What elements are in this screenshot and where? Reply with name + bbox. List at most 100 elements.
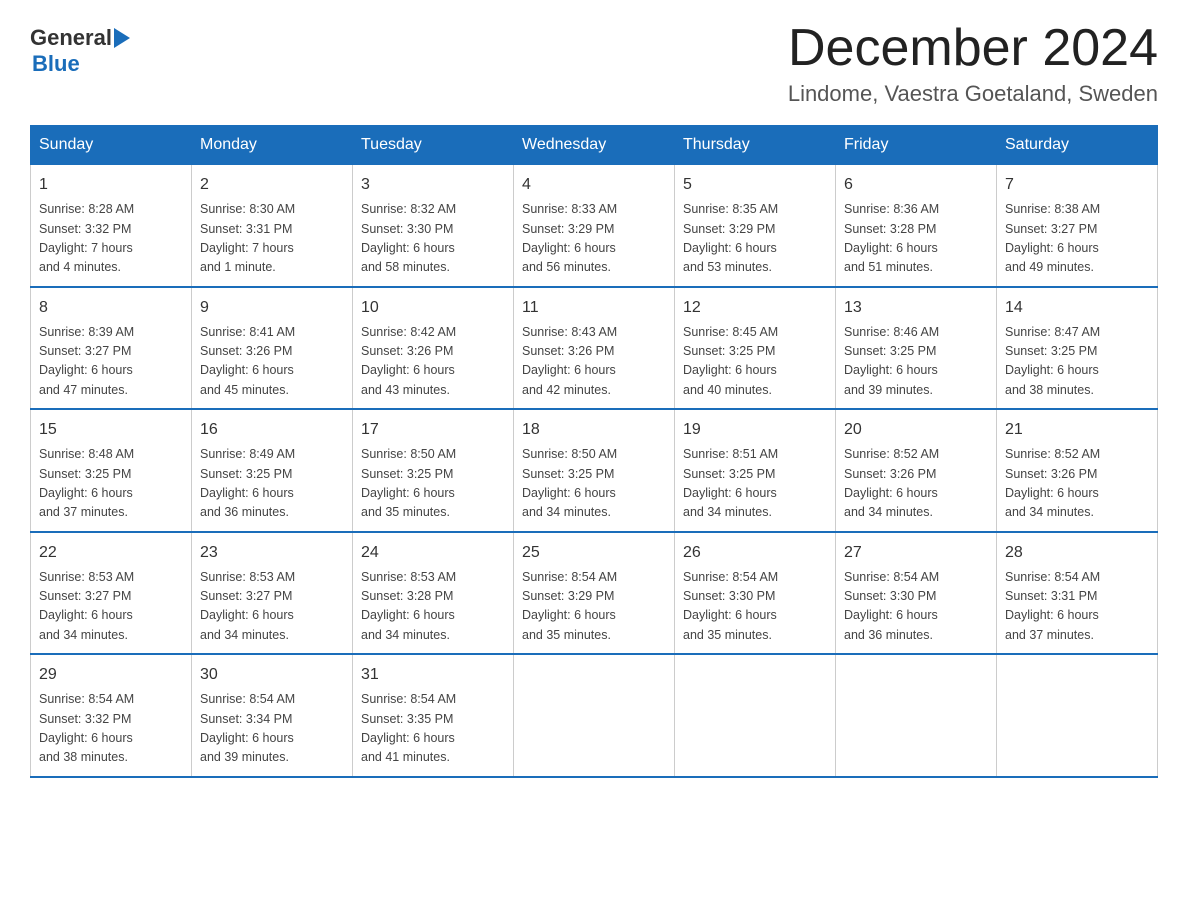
calendar-header: SundayMondayTuesdayWednesdayThursdayFrid… [31,126,1158,165]
calendar-cell: 1Sunrise: 8:28 AM Sunset: 3:32 PM Daylig… [31,165,192,287]
calendar-cell: 28 Sunrise: 8:54 AM Sunset: 3:31 PM Dayli… [997,532,1158,655]
calendar-week-3: 15 Sunrise: 8:48 AM Sunset: 3:25 PM Dayli… [31,409,1158,532]
calendar-body: 1Sunrise: 8:28 AM Sunset: 3:32 PM Daylig… [31,165,1158,777]
day-number: 11 [522,296,666,320]
header-wednesday: Wednesday [514,126,675,165]
day-number: 22 [39,541,183,565]
header-monday: Monday [192,126,353,165]
calendar-cell: 26 Sunrise: 8:54 AM Sunset: 3:30 PM Dayli… [675,532,836,655]
calendar-cell: 12 Sunrise: 8:45 AM Sunset: 3:25 PM Dayli… [675,287,836,410]
day-number: 28 [1005,541,1149,565]
day-number: 23 [200,541,344,565]
day-info: Sunrise: 8:54 AM Sunset: 3:29 PM Dayligh… [522,568,666,646]
day-number: 27 [844,541,988,565]
header-thursday: Thursday [675,126,836,165]
page-header: General Blue December 2024 Lindome, Vaes… [30,20,1158,107]
day-info: Sunrise: 8:54 AM Sunset: 3:35 PM Dayligh… [361,690,505,768]
calendar-cell [675,654,836,777]
day-number: 8 [39,296,183,320]
day-info: Sunrise: 8:48 AM Sunset: 3:25 PM Dayligh… [39,445,183,523]
day-info: Sunrise: 8:30 AM Sunset: 3:31 PM Dayligh… [200,200,344,278]
day-info: Sunrise: 8:54 AM Sunset: 3:30 PM Dayligh… [683,568,827,646]
day-info: Sunrise: 8:54 AM Sunset: 3:31 PM Dayligh… [1005,568,1149,646]
calendar-week-4: 22 Sunrise: 8:53 AM Sunset: 3:27 PM Dayli… [31,532,1158,655]
calendar-cell: 6Sunrise: 8:36 AM Sunset: 3:28 PM Daylig… [836,165,997,287]
calendar-cell: 17 Sunrise: 8:50 AM Sunset: 3:25 PM Dayli… [353,409,514,532]
day-info: Sunrise: 8:46 AM Sunset: 3:25 PM Dayligh… [844,323,988,401]
day-info: Sunrise: 8:42 AM Sunset: 3:26 PM Dayligh… [361,323,505,401]
day-info: Sunrise: 8:54 AM Sunset: 3:34 PM Dayligh… [200,690,344,768]
calendar-cell: 21Sunrise: 8:52 AM Sunset: 3:26 PM Dayli… [997,409,1158,532]
day-info: Sunrise: 8:53 AM Sunset: 3:27 PM Dayligh… [39,568,183,646]
calendar-cell: 19Sunrise: 8:51 AM Sunset: 3:25 PM Dayli… [675,409,836,532]
calendar-cell: 22 Sunrise: 8:53 AM Sunset: 3:27 PM Dayli… [31,532,192,655]
day-info: Sunrise: 8:50 AM Sunset: 3:25 PM Dayligh… [361,445,505,523]
calendar-cell: 13 Sunrise: 8:46 AM Sunset: 3:25 PM Dayli… [836,287,997,410]
day-number: 29 [39,663,183,687]
header-tuesday: Tuesday [353,126,514,165]
day-number: 26 [683,541,827,565]
day-info: Sunrise: 8:38 AM Sunset: 3:27 PM Dayligh… [1005,200,1149,278]
day-number: 4 [522,173,666,197]
day-info: Sunrise: 8:54 AM Sunset: 3:30 PM Dayligh… [844,568,988,646]
day-info: Sunrise: 8:36 AM Sunset: 3:28 PM Dayligh… [844,200,988,278]
calendar-week-2: 8Sunrise: 8:39 AM Sunset: 3:27 PM Daylig… [31,287,1158,410]
logo-text: General [30,25,131,51]
logo-general-text: General [30,25,112,51]
calendar-week-5: 29 Sunrise: 8:54 AM Sunset: 3:32 PM Dayli… [31,654,1158,777]
logo-arrow-icon [114,28,130,48]
month-title: December 2024 [788,20,1158,77]
calendar-cell [836,654,997,777]
logo: General Blue [30,20,131,77]
day-number: 15 [39,418,183,442]
day-info: Sunrise: 8:41 AM Sunset: 3:26 PM Dayligh… [200,323,344,401]
day-number: 30 [200,663,344,687]
day-info: Sunrise: 8:53 AM Sunset: 3:27 PM Dayligh… [200,568,344,646]
header-sunday: Sunday [31,126,192,165]
calendar-cell: 24 Sunrise: 8:53 AM Sunset: 3:28 PM Dayli… [353,532,514,655]
day-number: 18 [522,418,666,442]
header-saturday: Saturday [997,126,1158,165]
day-number: 16 [200,418,344,442]
day-number: 10 [361,296,505,320]
day-info: Sunrise: 8:50 AM Sunset: 3:25 PM Dayligh… [522,445,666,523]
day-number: 1 [39,173,183,197]
calendar-cell: 9Sunrise: 8:41 AM Sunset: 3:26 PM Daylig… [192,287,353,410]
day-number: 3 [361,173,505,197]
calendar-cell: 5Sunrise: 8:35 AM Sunset: 3:29 PM Daylig… [675,165,836,287]
day-number: 12 [683,296,827,320]
calendar-cell: 15 Sunrise: 8:48 AM Sunset: 3:25 PM Dayli… [31,409,192,532]
day-info: Sunrise: 8:54 AM Sunset: 3:32 PM Dayligh… [39,690,183,768]
calendar-week-1: 1Sunrise: 8:28 AM Sunset: 3:32 PM Daylig… [31,165,1158,287]
day-number: 24 [361,541,505,565]
day-number: 14 [1005,296,1149,320]
calendar-cell: 10 Sunrise: 8:42 AM Sunset: 3:26 PM Dayli… [353,287,514,410]
day-number: 2 [200,173,344,197]
calendar-cell: 29 Sunrise: 8:54 AM Sunset: 3:32 PM Dayli… [31,654,192,777]
day-number: 20 [844,418,988,442]
calendar-cell: 23 Sunrise: 8:53 AM Sunset: 3:27 PM Dayli… [192,532,353,655]
calendar-table: SundayMondayTuesdayWednesdayThursdayFrid… [30,125,1158,778]
calendar-cell: 2 Sunrise: 8:30 AM Sunset: 3:31 PM Daylig… [192,165,353,287]
day-number: 5 [683,173,827,197]
day-info: Sunrise: 8:49 AM Sunset: 3:25 PM Dayligh… [200,445,344,523]
calendar-cell: 16 Sunrise: 8:49 AM Sunset: 3:25 PM Dayli… [192,409,353,532]
day-number: 21 [1005,418,1149,442]
calendar-cell [997,654,1158,777]
header-friday: Friday [836,126,997,165]
day-info: Sunrise: 8:32 AM Sunset: 3:30 PM Dayligh… [361,200,505,278]
day-info: Sunrise: 8:47 AM Sunset: 3:25 PM Dayligh… [1005,323,1149,401]
day-info: Sunrise: 8:51 AM Sunset: 3:25 PM Dayligh… [683,445,827,523]
day-number: 17 [361,418,505,442]
calendar-cell: 8Sunrise: 8:39 AM Sunset: 3:27 PM Daylig… [31,287,192,410]
day-number: 7 [1005,173,1149,197]
day-info: Sunrise: 8:45 AM Sunset: 3:25 PM Dayligh… [683,323,827,401]
day-info: Sunrise: 8:52 AM Sunset: 3:26 PM Dayligh… [844,445,988,523]
calendar-cell: 27 Sunrise: 8:54 AM Sunset: 3:30 PM Dayli… [836,532,997,655]
day-info: Sunrise: 8:53 AM Sunset: 3:28 PM Dayligh… [361,568,505,646]
calendar-cell: 14 Sunrise: 8:47 AM Sunset: 3:25 PM Dayli… [997,287,1158,410]
calendar-cell: 11Sunrise: 8:43 AM Sunset: 3:26 PM Dayli… [514,287,675,410]
day-number: 25 [522,541,666,565]
day-number: 13 [844,296,988,320]
calendar-cell: 3 Sunrise: 8:32 AM Sunset: 3:30 PM Daylig… [353,165,514,287]
